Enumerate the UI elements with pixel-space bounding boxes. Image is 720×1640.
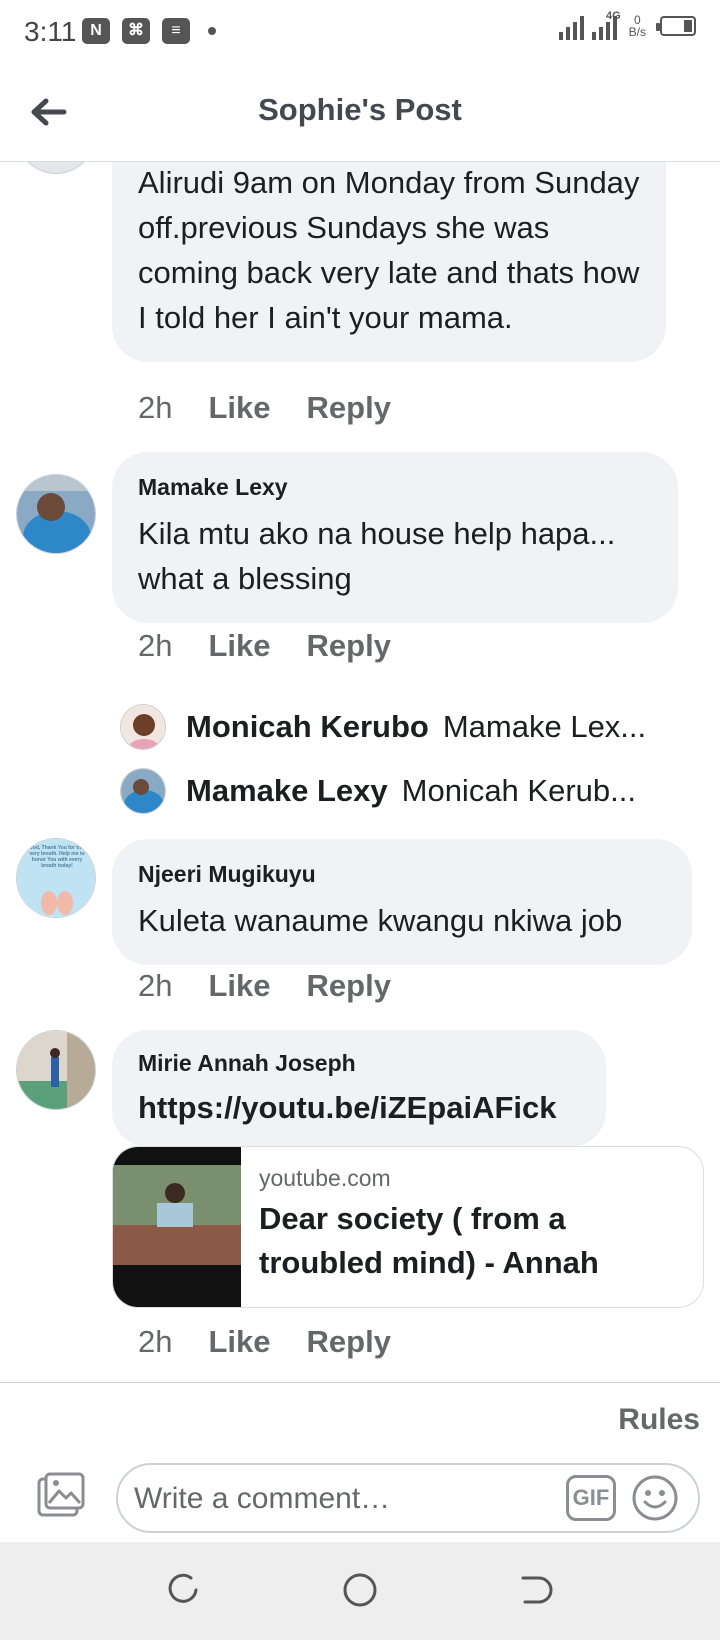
home-button[interactable] <box>340 1570 380 1610</box>
link-thumbnail <box>113 1147 241 1307</box>
signal-strength-icon <box>558 14 584 40</box>
comment-actions: 2h Like Reply <box>138 1324 391 1360</box>
home-icon <box>343 1573 377 1607</box>
gif-button[interactable]: GIF <box>566 1475 616 1521</box>
avatar[interactable] <box>16 474 96 554</box>
comment-input[interactable] <box>134 1475 534 1523</box>
reply-author: Monicah Kerubo <box>186 709 429 744</box>
reply-text: Mamake Lex... <box>442 709 647 744</box>
avatar-photo <box>121 705 165 749</box>
reply-preview[interactable]: Monicah Kerubo Mamake Lex... <box>120 702 680 752</box>
post-header: Sophie's Post <box>0 66 720 162</box>
comment-time: 2h <box>138 628 173 663</box>
comment-actions: 2h Like Reply <box>138 968 391 1004</box>
recent-apps-icon <box>168 1573 198 1603</box>
network-type: 4G <box>605 10 621 22</box>
reply-button[interactable]: Reply <box>307 390 391 426</box>
avatar[interactable] <box>16 1030 96 1110</box>
avatar <box>120 704 166 750</box>
reply-button[interactable]: Reply <box>307 1324 391 1360</box>
recent-apps-button[interactable] <box>163 1570 203 1610</box>
reply-author: Mamake Lexy <box>186 773 388 808</box>
reply-text: Monicah Kerub... <box>401 773 636 808</box>
reply-button[interactable]: Reply <box>307 968 391 1004</box>
avatar-caption: God, Thank You for this very breath. Hel… <box>28 845 86 869</box>
comment-text: Alirudi 9am on Monday from Sunday off.pr… <box>138 165 640 335</box>
reply-button[interactable]: Reply <box>307 628 391 664</box>
avatar[interactable]: God, Thank You for this very breath. Hel… <box>16 838 96 918</box>
like-button[interactable]: Like <box>208 1324 270 1360</box>
comment-text: Kuleta wanaume kwangu nkiwa job <box>138 903 623 938</box>
page-title: Sophie's Post <box>258 92 462 127</box>
photo-icon <box>37 1472 85 1517</box>
reply-preview[interactable]: Mamake Lexy Monicah Kerub... <box>120 766 680 816</box>
status-bar: 3:11 N ⌘ ≡ 4G 0 B/s <box>0 0 720 66</box>
system-indicators: 4G 0 B/s <box>558 10 696 40</box>
comment-input-box[interactable]: GIF <box>116 1463 700 1533</box>
back-nav-button[interactable] <box>515 1570 555 1610</box>
comment-author[interactable]: Mamake Lexy <box>138 474 652 501</box>
avatar <box>120 768 166 814</box>
link-title: Dear society ( from a troubled mind) - A… <box>259 1201 599 1280</box>
avatar-photo <box>17 1031 95 1109</box>
link-domain: youtube.com <box>259 1165 391 1191</box>
smiley-icon <box>632 1475 678 1521</box>
net-speed-unit: B/s <box>628 25 646 39</box>
comment-link[interactable]: https://youtu.be/iZEpaiAFick <box>138 1087 580 1129</box>
comment-bubble[interactable]: Mamake Lexy Kila mtu ako na house help h… <box>112 452 678 623</box>
comment-author[interactable]: Mirie Annah Joseph <box>138 1050 580 1077</box>
game-controller-icon: ⌘ <box>122 18 150 44</box>
emoji-button[interactable] <box>630 1473 680 1523</box>
more-notifications-dot-icon <box>208 27 216 35</box>
comment-actions: 2h Like Reply <box>138 628 391 664</box>
avatar-photo <box>17 475 95 553</box>
net-speed: 0 B/s <box>629 14 646 38</box>
system-navigation-bar <box>0 1542 720 1640</box>
rules-link[interactable]: Rules <box>618 1403 700 1437</box>
comments-feed[interactable]: Alirudi 9am on Monday from Sunday off.pr… <box>0 162 720 1382</box>
comment-time: 2h <box>138 1324 173 1359</box>
add-photo-button[interactable] <box>36 1471 86 1519</box>
back-nav-icon <box>521 1576 553 1604</box>
video-thumbnail <box>113 1147 241 1307</box>
status-time: 3:11 <box>24 16 77 47</box>
battery-icon <box>656 16 696 36</box>
comment-bubble[interactable]: Mirie Annah Joseph https://youtu.be/iZEp… <box>112 1030 606 1147</box>
comment-time: 2h <box>138 390 173 425</box>
news-app-icon: N <box>82 18 110 44</box>
like-button[interactable]: Like <box>208 390 270 426</box>
comment-bubble[interactable]: Njeeri Mugikuyu Kuleta wanaume kwangu nk… <box>112 839 692 965</box>
comment-author[interactable]: Njeeri Mugikuyu <box>138 861 666 888</box>
comment-bubble[interactable]: Alirudi 9am on Monday from Sunday off.pr… <box>112 162 666 362</box>
link-preview-card[interactable]: youtube.com Dear society ( from a troubl… <box>112 1146 704 1308</box>
comment-time: 2h <box>138 968 173 1003</box>
comment-composer: Rules GIF <box>0 1382 720 1542</box>
notification-icons: N ⌘ ≡ <box>82 18 216 44</box>
signal-strength-4g-icon: 4G <box>591 10 621 40</box>
like-button[interactable]: Like <box>208 968 270 1004</box>
message-icon: ≡ <box>162 18 190 44</box>
like-button[interactable]: Like <box>208 628 270 664</box>
avatar-photo <box>121 769 165 813</box>
avatar[interactable] <box>16 162 96 174</box>
comment-text: Kila mtu ako na house help hapa... what … <box>138 516 616 596</box>
comment-actions: 2h Like Reply <box>138 390 391 426</box>
